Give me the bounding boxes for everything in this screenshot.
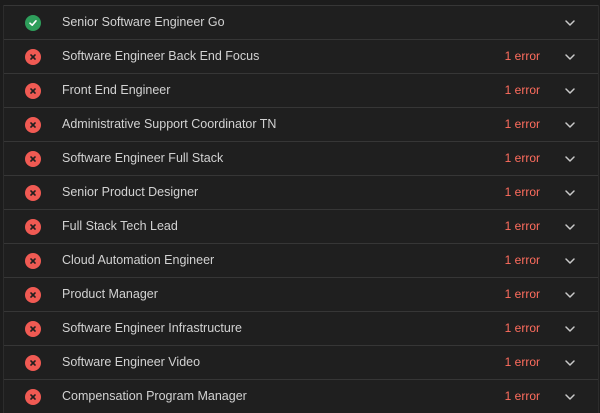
list-item[interactable]: Software Engineer Video 1 error [4,345,598,379]
chevron-down-icon[interactable] [564,323,576,335]
error-count: 1 error [504,389,540,403]
job-title: Software Engineer Video [62,355,201,369]
job-title: Product Manager [62,287,158,301]
job-title: Administrative Support Coordinator TN [62,117,277,131]
job-title: Software Engineer Back End Focus [62,49,260,63]
list-item[interactable]: Software Engineer Infrastructure 1 error [4,311,598,345]
error-count: 1 error [504,49,540,63]
chevron-down-icon[interactable] [564,119,576,131]
job-title: Front End Engineer [62,83,171,97]
error-count: 1 error [504,287,540,301]
job-title: Full Stack Tech Lead [62,219,178,233]
x-circle-icon [25,389,41,405]
x-circle-icon [25,219,41,235]
error-count: 1 error [504,83,540,97]
error-count: 1 error [504,253,540,267]
job-title: Senior Software Engineer Go [62,15,225,29]
job-title: Cloud Automation Engineer [62,253,215,267]
x-circle-icon [25,151,41,167]
chevron-down-icon[interactable] [564,357,576,369]
job-title: Software Engineer Infrastructure [62,321,242,335]
x-circle-icon [25,253,41,269]
list-item[interactable]: Administrative Support Coordinator TN 1 … [4,107,598,141]
job-title: Compensation Program Manager [62,389,247,403]
check-circle-icon [25,15,41,31]
x-circle-icon [25,185,41,201]
list-item[interactable]: Cloud Automation Engineer 1 error [4,243,598,277]
chevron-down-icon[interactable] [564,255,576,267]
x-circle-icon [25,287,41,303]
chevron-down-icon[interactable] [564,391,576,403]
job-title: Senior Product Designer [62,185,199,199]
error-count: 1 error [504,151,540,165]
list-item[interactable]: Senior Product Designer 1 error [4,175,598,209]
chevron-down-icon[interactable] [564,85,576,97]
job-title: Software Engineer Full Stack [62,151,224,165]
list-item[interactable]: Software Engineer Full Stack 1 error [4,141,598,175]
x-circle-icon [25,83,41,99]
x-circle-icon [25,117,41,133]
list-item[interactable]: Product Manager 1 error [4,277,598,311]
chevron-down-icon[interactable] [564,51,576,63]
chevron-down-icon[interactable] [564,187,576,199]
chevron-down-icon[interactable] [564,221,576,233]
error-count: 1 error [504,219,540,233]
list-item[interactable]: Front End Engineer 1 error [4,73,598,107]
error-count: 1 error [504,185,540,199]
chevron-down-icon[interactable] [564,17,576,29]
x-circle-icon [25,49,41,65]
list-item[interactable]: Full Stack Tech Lead 1 error [4,209,598,243]
chevron-down-icon[interactable] [564,289,576,301]
x-circle-icon [25,321,41,337]
error-count: 1 error [504,117,540,131]
list-item[interactable]: Senior Software Engineer Go [4,5,598,39]
list-item[interactable]: Software Engineer Back End Focus 1 error [4,39,598,73]
error-count: 1 error [504,355,540,369]
error-count: 1 error [504,321,540,335]
x-circle-icon [25,355,41,371]
job-list: Senior Software Engineer Go Software Eng… [3,5,599,413]
chevron-down-icon[interactable] [564,153,576,165]
